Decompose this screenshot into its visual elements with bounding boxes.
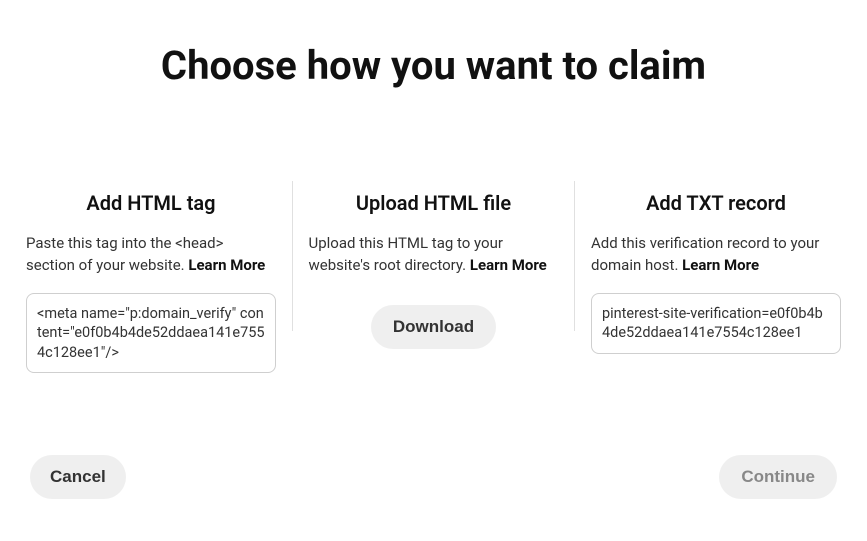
footer-row: Cancel Continue bbox=[0, 455, 867, 499]
option-html-tag: Add HTML tag Paste this tag into the <he… bbox=[16, 191, 286, 373]
learn-more-link[interactable]: Learn More bbox=[188, 256, 265, 274]
option-upload-file: Upload HTML file Upload this HTML tag to… bbox=[299, 191, 569, 373]
option-upload-file-title: Upload HTML file bbox=[309, 191, 559, 215]
option-upload-file-desc: Upload this HTML tag to your website's r… bbox=[309, 233, 559, 277]
continue-button[interactable]: Continue bbox=[719, 455, 837, 499]
learn-more-link[interactable]: Learn More bbox=[470, 256, 547, 274]
cancel-button[interactable]: Cancel bbox=[30, 455, 126, 499]
option-html-tag-desc: Paste this tag into the <head> section o… bbox=[26, 233, 276, 277]
option-txt-record-title: Add TXT record bbox=[591, 191, 841, 215]
html-tag-code-box[interactable]: <meta name="p:domain_verify" content="e0… bbox=[26, 293, 276, 374]
learn-more-link[interactable]: Learn More bbox=[682, 256, 759, 274]
options-row: Add HTML tag Paste this tag into the <he… bbox=[0, 99, 867, 373]
download-button[interactable]: Download bbox=[371, 305, 496, 349]
txt-record-code-box[interactable]: pinterest-site-verification=e0f0b4b4de52… bbox=[591, 293, 841, 354]
option-html-tag-title: Add HTML tag bbox=[26, 191, 276, 215]
option-txt-record: Add TXT record Add this verification rec… bbox=[581, 191, 851, 373]
divider bbox=[292, 181, 293, 331]
divider bbox=[574, 181, 575, 331]
page-title: Choose how you want to claim bbox=[0, 0, 867, 99]
option-txt-record-desc: Add this verification record to your dom… bbox=[591, 233, 841, 277]
